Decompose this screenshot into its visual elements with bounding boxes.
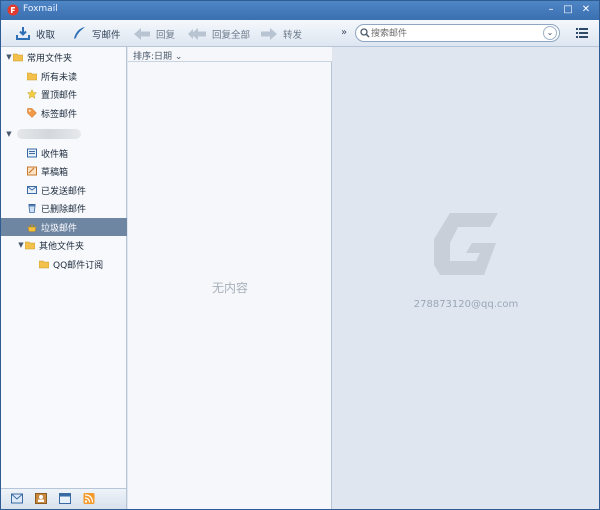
reply-all-label: 回复全部 (212, 29, 251, 41)
reply-arrow-icon (134, 27, 150, 40)
forward-arrow-icon (261, 27, 277, 40)
chevron-down-icon: ⌄ (174, 52, 183, 62)
forward-label: 转发 (283, 29, 303, 41)
message-list: 排序:日期 ⌄ 无内容 (128, 47, 332, 509)
sidebar-item-label: 置顶邮件 (41, 90, 78, 101)
sent-icon (27, 186, 37, 194)
search-box: ⌄ (355, 24, 560, 42)
sort-label[interactable]: 排序:日期 ⌄ (133, 49, 182, 62)
reply-all-arrow-icon (188, 27, 206, 40)
compose-button[interactable]: 写邮件 (71, 24, 121, 43)
account-node[interactable]: ▼ (1, 125, 127, 143)
folder-sidebar: ▼ 常用文件夹 所有未读 置顶邮件 标签邮件 ▼ 收件箱 草稿箱 已发送邮件 已… (1, 47, 127, 488)
feather-pen-icon (74, 27, 85, 39)
reply-label: 回复 (156, 29, 176, 41)
search-options-icon[interactable]: ⌄ (543, 26, 557, 40)
sort-bar[interactable]: 排序:日期 ⌄ (128, 47, 332, 62)
expand-arrow-icon[interactable]: ▼ (5, 53, 13, 61)
search-input[interactable] (371, 27, 541, 40)
expand-arrow-icon[interactable]: ▼ (5, 130, 13, 138)
toolbar-overflow-icon[interactable]: » (341, 27, 347, 38)
search-icon (360, 28, 370, 38)
sidebar-item-label: 已发送邮件 (41, 186, 87, 197)
folder-icon (25, 241, 35, 250)
sidebar-item-label: 标签邮件 (41, 109, 78, 120)
expand-arrow-icon[interactable]: ▼ (17, 241, 25, 249)
contacts-icon[interactable] (35, 493, 47, 504)
sidebar-item-label: 所有未读 (41, 72, 78, 83)
draft-icon (27, 166, 37, 176)
sidebar-item-label: 草稿箱 (41, 167, 69, 178)
star-icon (27, 89, 37, 99)
sidebar-item-qq-subscription[interactable]: QQ邮件订阅 (1, 255, 127, 273)
rss-feed-icon[interactable] (83, 493, 95, 504)
receive-button[interactable]: 收取 (15, 24, 55, 43)
folder-icon (39, 260, 49, 269)
inbox-icon (27, 148, 37, 158)
reply-all-button[interactable]: 回复全部 (187, 24, 250, 43)
sidebar-item-pinned[interactable]: 置顶邮件 (1, 85, 127, 103)
sidebar-bottom-bar (1, 488, 127, 509)
common-folder-node[interactable]: ▼ 常用文件夹 (1, 48, 127, 66)
account-name-redacted (17, 129, 81, 139)
receive-label: 收取 (36, 29, 56, 41)
spam-icon (27, 224, 37, 232)
compose-label: 写邮件 (92, 29, 121, 41)
mail-view-icon[interactable] (11, 493, 23, 504)
sidebar-item-sent[interactable]: 已发送邮件 (1, 181, 127, 199)
calendar-icon[interactable] (59, 493, 71, 504)
tag-icon (27, 108, 37, 118)
sidebar-item-tagged[interactable]: 标签邮件 (1, 104, 127, 122)
sidebar-item-drafts[interactable]: 草稿箱 (1, 162, 127, 180)
sidebar-item-spam[interactable]: 垃圾邮件 (1, 218, 127, 236)
sidebar-item-unread[interactable]: 所有未读 (1, 67, 127, 85)
window-title: Foxmail (23, 4, 58, 14)
foxmail-window: Foxmail – □ ✕ 收取 写邮件 回复 回复全部 转发 » 搜索邮件 ⌄… (0, 0, 600, 510)
minimize-icon[interactable]: – (545, 4, 557, 16)
download-icon (16, 27, 30, 40)
sidebar-item-label: 收件箱 (41, 149, 69, 160)
forward-button[interactable]: 转发 (260, 24, 302, 43)
title-bar: Foxmail – □ ✕ (1, 1, 599, 20)
account-email: 278873120@qq.com (413, 299, 519, 310)
folder-icon (13, 53, 23, 62)
sidebar-item-inbox[interactable]: 收件箱 (1, 144, 127, 162)
toolbar: 收取 写邮件 回复 回复全部 转发 » 搜索邮件 ⌄ (1, 20, 599, 47)
menu-icon[interactable] (576, 28, 588, 38)
foxmail-watermark-logo (434, 213, 498, 275)
sidebar-item-label: 已删除邮件 (41, 204, 87, 215)
maximize-icon[interactable]: □ (562, 4, 574, 16)
empty-list-message: 无内容 (211, 281, 248, 295)
close-icon[interactable]: ✕ (580, 4, 592, 16)
sidebar-item-label: 垃圾邮件 (41, 223, 78, 234)
reply-button[interactable]: 回复 (133, 24, 175, 43)
other-folder-node[interactable]: ▼ 其他文件夹 (1, 236, 127, 254)
trash-icon (28, 204, 36, 213)
reading-pane: 278873120@qq.com (333, 47, 599, 509)
sidebar-item-deleted[interactable]: 已删除邮件 (1, 199, 127, 217)
other-folder-label: 其他文件夹 (39, 241, 85, 252)
sidebar-item-label: QQ邮件订阅 (53, 260, 104, 271)
foxmail-logo-icon (7, 4, 19, 16)
folder-icon (27, 72, 37, 81)
common-folder-label: 常用文件夹 (27, 53, 73, 64)
